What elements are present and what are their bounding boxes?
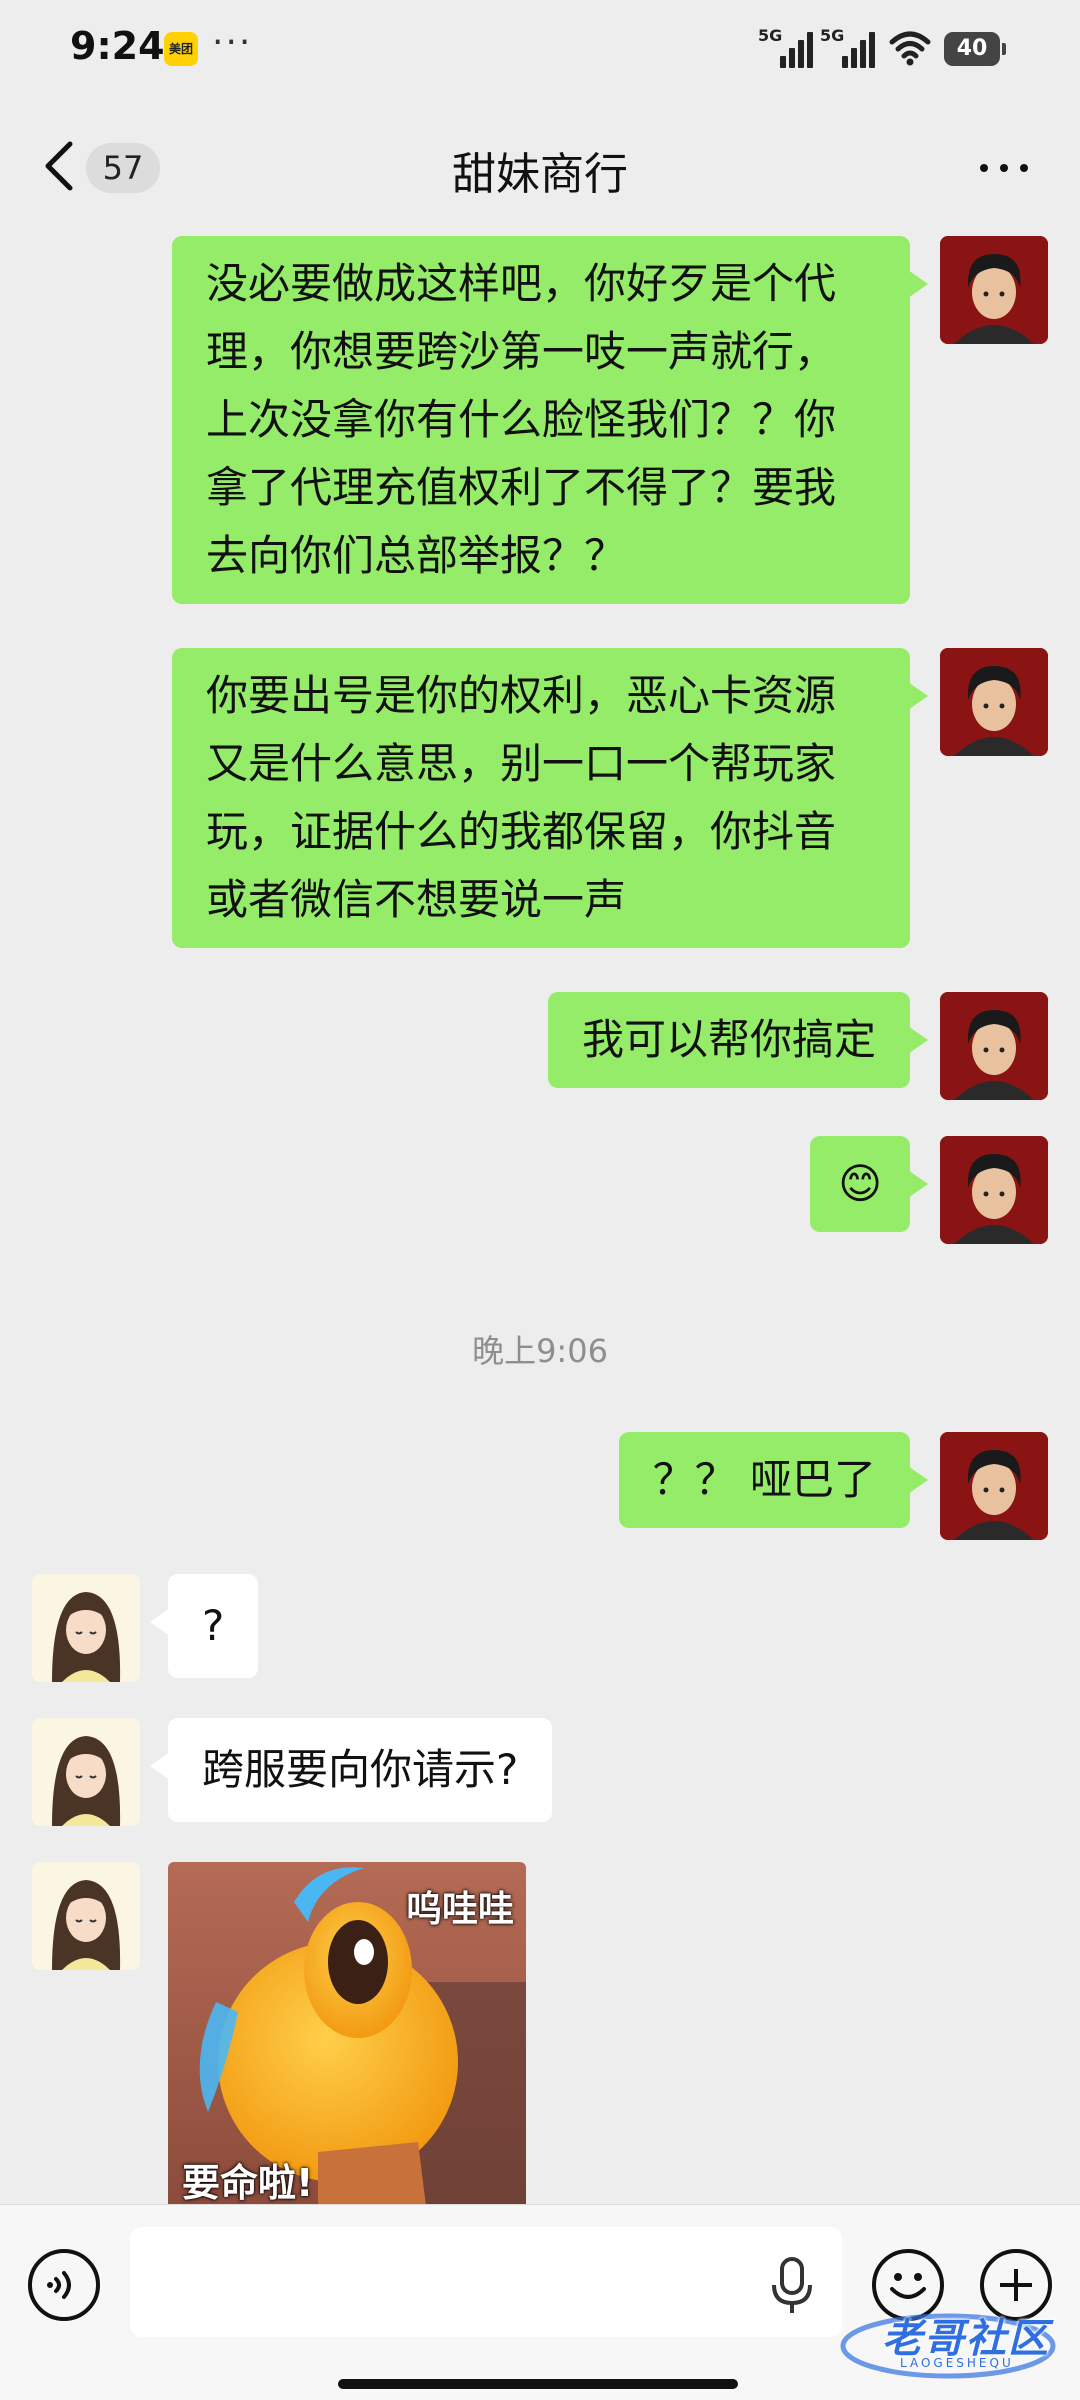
message-input[interactable] xyxy=(130,2227,842,2337)
message-bubble-outgoing[interactable]: 😊 xyxy=(810,1136,928,1232)
meituan-app-icon: 美团 xyxy=(164,32,198,66)
peer-avatar[interactable] xyxy=(32,1862,140,1970)
signal-strength-icon: 5G xyxy=(758,26,818,68)
self-avatar[interactable] xyxy=(940,1432,1048,1540)
watermark-logo: 老哥社区 LAOGESHEQU xyxy=(838,2300,1068,2390)
battery-icon: 40 xyxy=(944,32,1006,66)
voice-input-button[interactable] xyxy=(28,2249,100,2321)
self-avatar[interactable] xyxy=(940,236,1048,344)
message-bubble-outgoing[interactable]: 没必要做成这样吧，你好歹是个代理，你想要跨沙第一吱一声就行，上次没拿你有什么脸怪… xyxy=(172,236,928,604)
peer-avatar[interactable] xyxy=(32,1718,140,1826)
self-avatar[interactable] xyxy=(940,1136,1048,1244)
signal-label: 5G xyxy=(758,26,783,45)
self-avatar[interactable] xyxy=(940,992,1048,1100)
more-options-icon[interactable] xyxy=(974,144,1034,188)
message-list[interactable]: 没必要做成这样吧，你好歹是个代理，你想要跨沙第一吱一声就行，上次没拿你有什么脸怪… xyxy=(0,232,1080,2204)
chat-title: 甜妹商行 xyxy=(452,149,628,200)
voice-icon xyxy=(47,2271,71,2299)
sticker-caption: 呜哇哇 xyxy=(405,1889,514,1930)
message-timestamp: 晚上9:06 xyxy=(472,1332,608,1370)
status-time: 9:24 xyxy=(70,24,165,68)
message-bubble-outgoing[interactable]: 你要出号是你的权利，恶心卡资源又是什么意思，别一口一个帮玩家玩，证据什么的我都保… xyxy=(172,648,928,948)
signal-label: 5G xyxy=(820,26,845,45)
home-indicator[interactable] xyxy=(338,2379,738,2389)
message-bubble-outgoing[interactable]: 我可以帮你搞定 xyxy=(547,992,929,1088)
watermark-subtext: LAOGESHEQU xyxy=(900,2356,1014,2370)
sticker-caption: 要命啦! xyxy=(182,2161,314,2204)
message-bubble-incoming[interactable]: 跨服要向你请示? xyxy=(149,1718,553,1822)
wifi-icon xyxy=(889,31,931,66)
more-notifications-icon: ··· xyxy=(212,22,253,63)
message-bubble-outgoing[interactable]: ？？ 哑巴了 xyxy=(618,1432,929,1528)
microphone-icon[interactable] xyxy=(770,2257,814,2315)
status-bar: 9:24 美团 ··· 5G 5G 40 xyxy=(0,0,1080,100)
sticker-message[interactable]: 呜哇哇 要命啦! xyxy=(168,1862,526,2204)
peer-avatar[interactable] xyxy=(32,1574,140,1682)
self-avatar[interactable] xyxy=(940,648,1048,756)
chat-header: 57 甜妹商行 xyxy=(0,100,1080,232)
message-bubble-incoming[interactable]: ? xyxy=(149,1574,259,1678)
signal-strength-icon: 5G xyxy=(820,26,880,68)
